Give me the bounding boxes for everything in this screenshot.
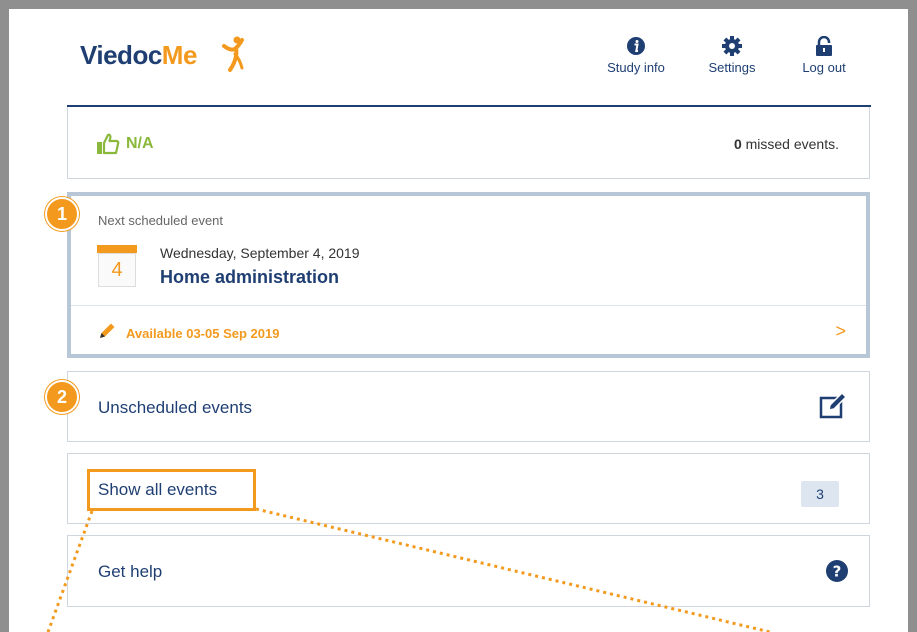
callout-badge-2: 2 <box>45 380 79 414</box>
callout-badge-1: 1 <box>45 197 79 231</box>
callout-dotted-lines <box>46 507 771 632</box>
